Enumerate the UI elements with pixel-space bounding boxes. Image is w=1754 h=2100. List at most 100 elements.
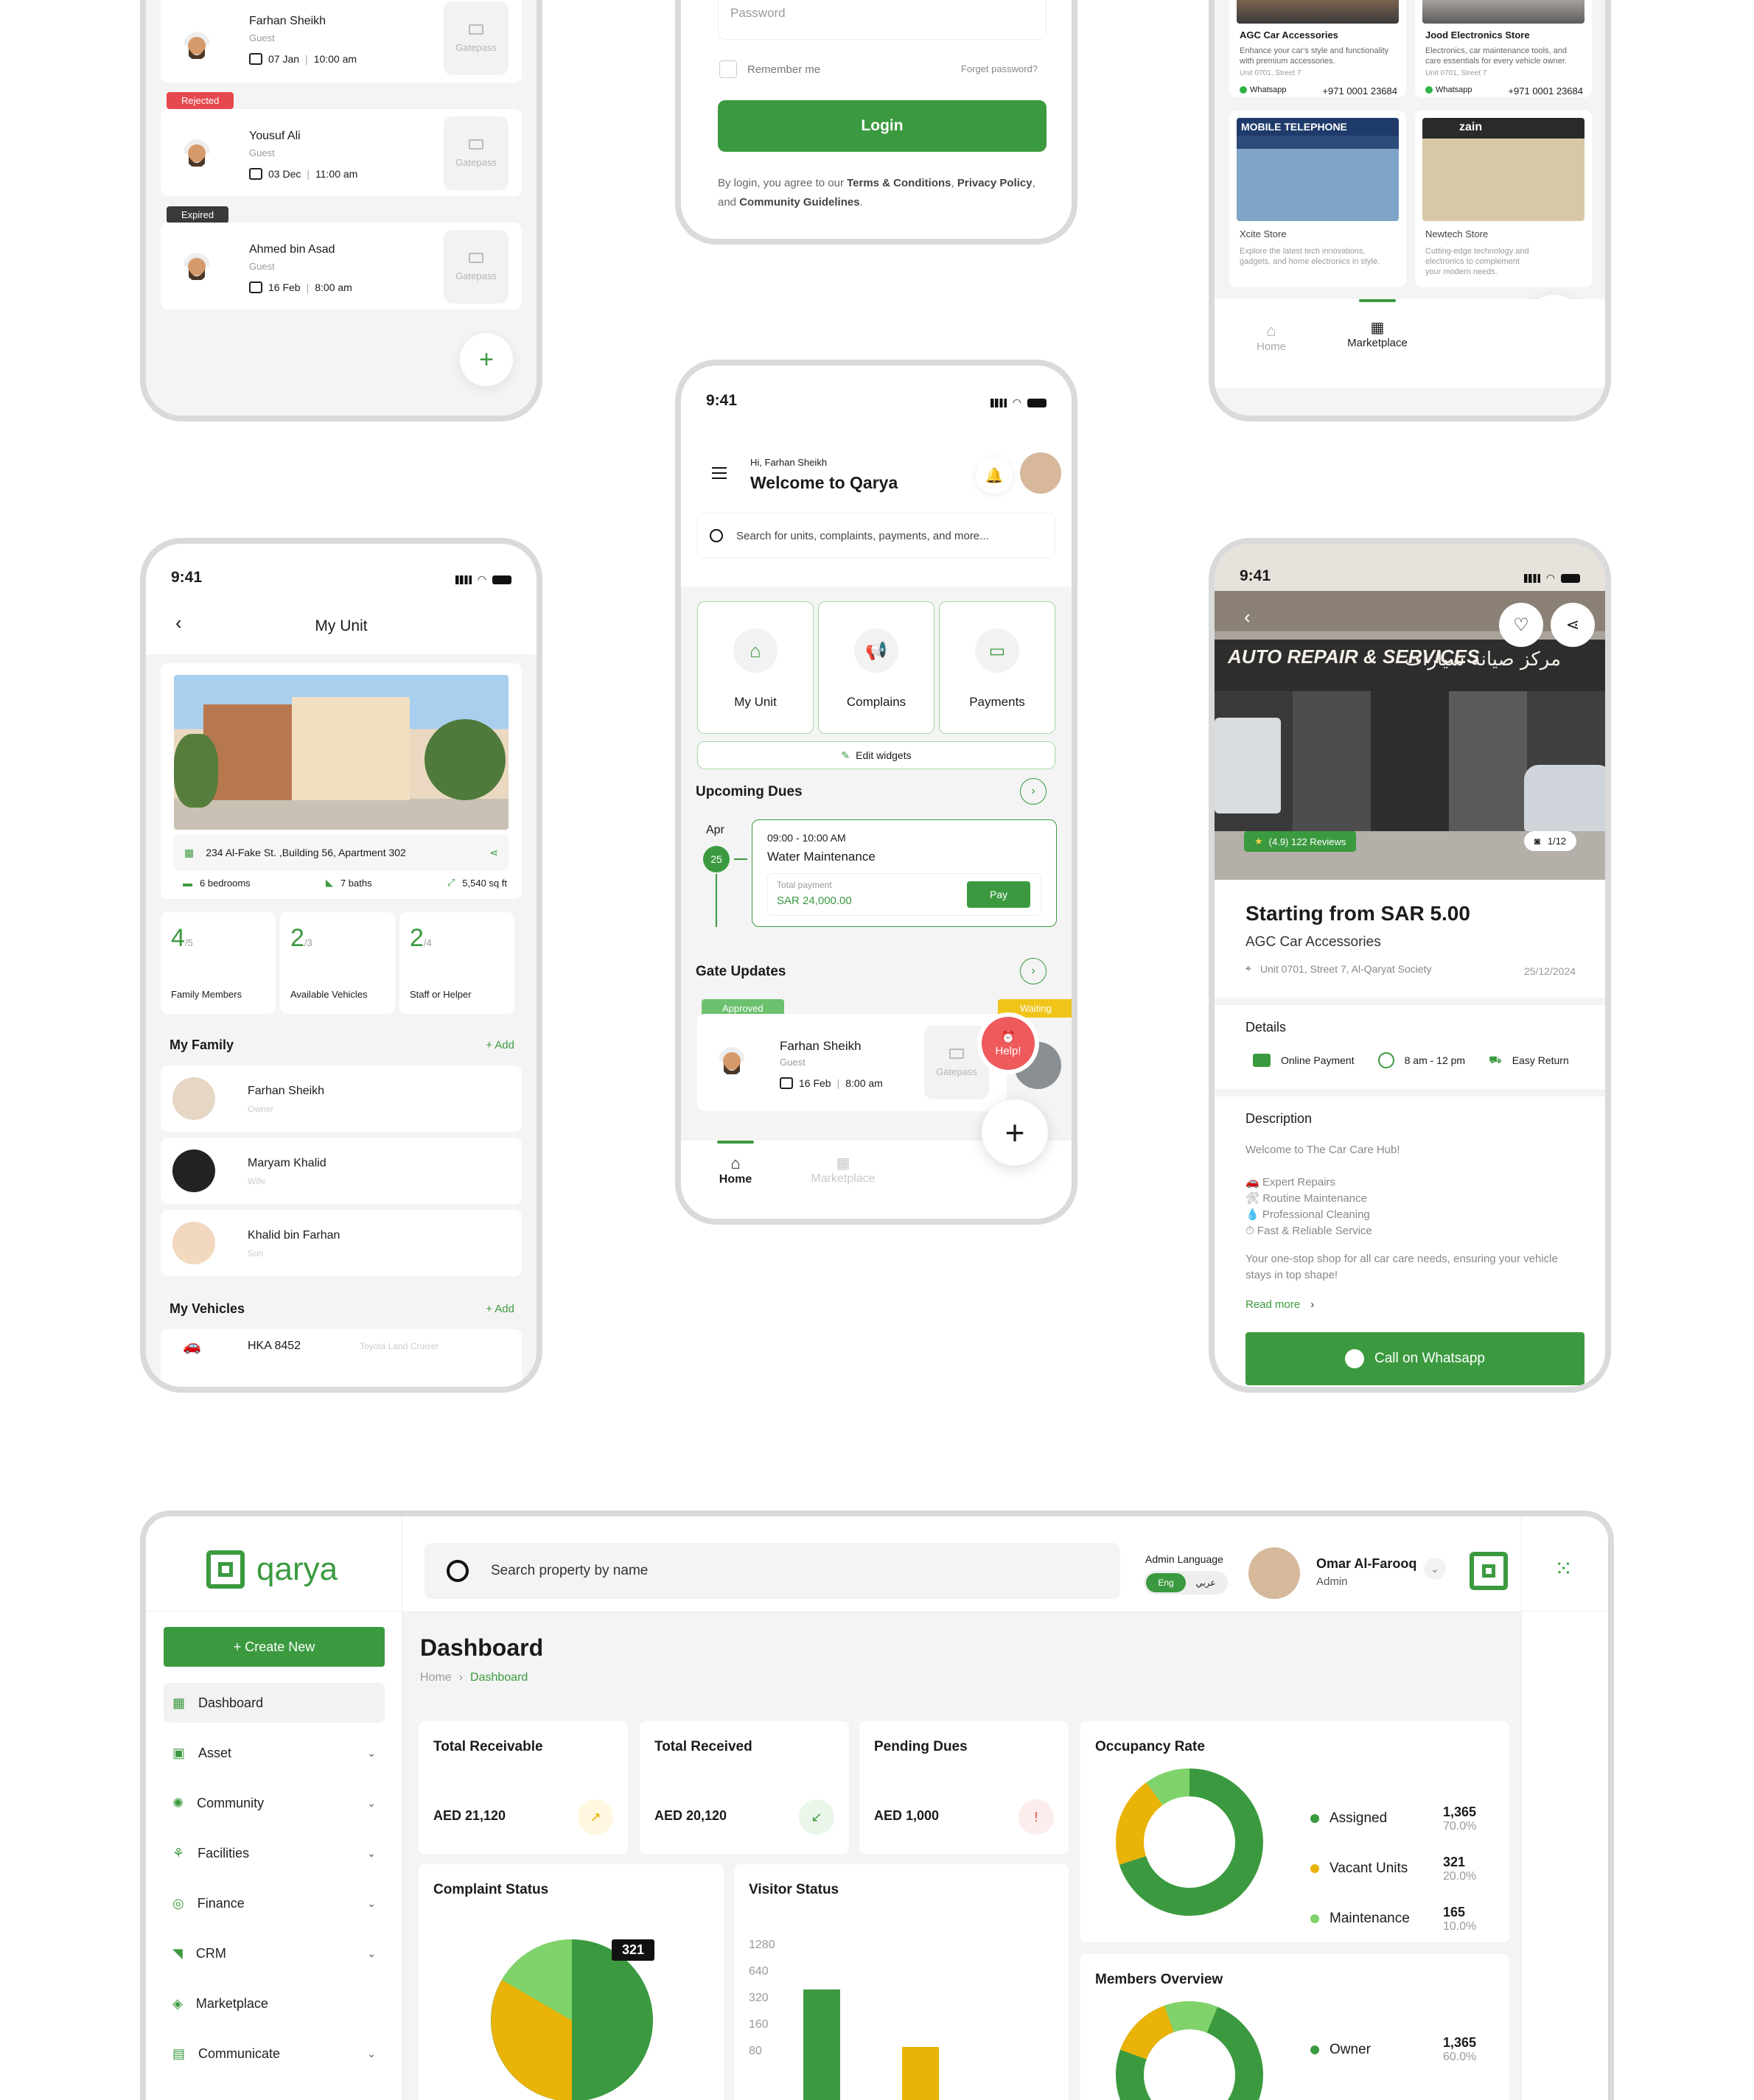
stat-family-members[interactable]: 4/5 Family Members: [161, 912, 276, 1014]
whatsapp-link[interactable]: Whatsapp: [1240, 85, 1287, 94]
share-icon[interactable]: ⋖: [489, 847, 498, 859]
add-family-button[interactable]: + Add: [486, 1039, 514, 1051]
rating-badge[interactable]: ★ (4.9) 122 Reviews: [1244, 831, 1357, 852]
stat-label: Available Vehicles: [290, 989, 368, 1000]
members-title: Members Overview: [1095, 1972, 1223, 1987]
forgot-password-link[interactable]: Forget password?: [961, 63, 1038, 74]
gatepass-entry[interactable]: Yousuf Ali Guest 03 Dec | 11:00 am Gatepa…: [161, 109, 522, 196]
sidebar-item-marketplace[interactable]: ◈ Marketplace: [164, 1984, 385, 2023]
occupancy-title: Occupancy Rate: [1095, 1739, 1205, 1754]
sidebar-item-label: Facilities: [198, 1845, 250, 1861]
notification-bell-icon[interactable]: 🔔: [976, 457, 1013, 494]
apps-grid-icon[interactable]: ⁙: [1554, 1556, 1573, 1582]
nav-home-label: Home: [1256, 340, 1286, 353]
lang-en[interactable]: Eng: [1146, 1573, 1186, 1592]
nav-marketplace[interactable]: ▦ Marketplace: [799, 1154, 887, 1186]
read-more-link[interactable]: Read more ›: [1245, 1298, 1314, 1311]
user-avatar[interactable]: [1020, 452, 1061, 494]
due-card[interactable]: 09:00 - 10:00 AM Water Maintenance Total…: [752, 819, 1057, 927]
photo-count[interactable]: ◙ 1/12: [1524, 831, 1577, 851]
favorite-heart-icon[interactable]: ♡: [1499, 603, 1543, 647]
home-icon: ⌂: [1266, 321, 1276, 340]
edit-widgets-button[interactable]: ✎ Edit widgets: [697, 741, 1055, 769]
building-icon: ▦: [836, 1155, 850, 1172]
period-text: .: [859, 196, 863, 209]
card-pending-dues[interactable]: Pending Dues AED 1,000 !: [859, 1721, 1069, 1854]
add-vehicle-button[interactable]: + Add: [486, 1303, 514, 1315]
add-fab[interactable]: +: [982, 1099, 1048, 1166]
nav-marketplace[interactable]: ▦ Marketplace: [1337, 299, 1418, 349]
remember-me[interactable]: Remember me: [719, 60, 820, 78]
chevron-down-icon[interactable]: ⌄: [1424, 1558, 1446, 1580]
sidebar-item-crm[interactable]: ◥ CRM ⌄: [164, 1933, 385, 1973]
nav-home[interactable]: ⌂ Home: [1245, 321, 1297, 353]
search-input[interactable]: Search property by name: [424, 1543, 1120, 1599]
family-member[interactable]: Khalid bin Farhan Son: [161, 1210, 522, 1276]
gatepass-entry[interactable]: Ahmed bin Asad Guest 16 Feb | 8:00 am Gat…: [161, 223, 522, 309]
remember-checkbox[interactable]: [719, 60, 737, 78]
call-whatsapp-button[interactable]: Call on Whatsapp: [1245, 1332, 1584, 1385]
upcoming-dues-arrow-icon[interactable]: ›: [1020, 778, 1047, 805]
guidelines-link[interactable]: Community Guidelines: [739, 196, 859, 209]
lang-ar[interactable]: عربي: [1186, 1578, 1226, 1588]
card-total-receivable[interactable]: Total Receivable AED 21,120 ↗: [419, 1721, 628, 1854]
avatar: [172, 1149, 215, 1192]
search-input[interactable]: Search for units, complaints, payments, …: [697, 513, 1055, 559]
vehicle-item[interactable]: 🚗 HKA 8452 Toyota Land Cruiser: [161, 1329, 522, 1387]
store-card[interactable]: Jood Electronics Store Electronics, car …: [1415, 0, 1592, 97]
card-total-received[interactable]: Total Received AED 20,120 ↙: [640, 1721, 849, 1854]
store-image: [1237, 0, 1399, 24]
sidebar-item-dashboard[interactable]: ▦ Dashboard: [164, 1683, 385, 1723]
breadcrumb-home[interactable]: Home: [420, 1671, 452, 1684]
bed-icon: ▬: [183, 877, 192, 889]
whatsapp-link[interactable]: Whatsapp: [1425, 85, 1472, 94]
visit-datetime: 16 Feb | 8:00 am: [780, 1077, 883, 1089]
gatepass-button[interactable]: Gatepass: [444, 230, 509, 304]
privacy-link[interactable]: Privacy Policy: [957, 177, 1033, 189]
help-button[interactable]: ⏰ Help!: [982, 1017, 1035, 1070]
nav-home[interactable]: ⌂ Home: [713, 1141, 758, 1186]
widget-label: My Unit: [734, 695, 777, 709]
gatepass-label: Gatepass: [936, 1065, 977, 1077]
create-new-button[interactable]: + Create New: [164, 1627, 385, 1667]
gatepass-button[interactable]: Gatepass: [444, 116, 509, 190]
legend-dot: [1310, 2045, 1319, 2054]
stat-available-vehicles[interactable]: 2/3 Available Vehicles: [280, 912, 395, 1014]
share-icon[interactable]: ⋖: [1551, 603, 1595, 647]
stat-staff-helper[interactable]: 2/4 Staff or Helper: [399, 912, 514, 1014]
sidebar-item-finance[interactable]: ◎ Finance ⌄: [164, 1883, 385, 1923]
unit-address-bar: ▦ 234 Al-Fake St. ,Building 56, Apartmen…: [174, 834, 509, 871]
member-name: Farhan Sheikh: [248, 1085, 325, 1097]
baths: 7 baths: [340, 877, 372, 889]
gatepass-button[interactable]: Gatepass: [924, 1026, 989, 1099]
user-avatar[interactable]: [1248, 1547, 1300, 1599]
login-button[interactable]: Login: [718, 100, 1047, 152]
gate-entry[interactable]: Farhan Sheikh Guest 16 Feb | 8:00 am Gate…: [697, 1014, 1007, 1111]
menu-icon[interactable]: [712, 467, 727, 479]
widget-payments[interactable]: ▭ Payments: [939, 601, 1055, 734]
sidebar-item-facilities[interactable]: ⚘ Facilities ⌄: [164, 1833, 385, 1873]
pay-button[interactable]: Pay: [967, 881, 1030, 908]
logo[interactable]: qarya: [206, 1550, 338, 1589]
store-card[interactable]: AGC Car Accessories Enhance your car's s…: [1229, 0, 1406, 97]
family-member[interactable]: Maryam Khalid Wife: [161, 1138, 522, 1204]
back-icon[interactable]: ‹: [1244, 606, 1251, 629]
widget-my-unit[interactable]: ⌂ My Unit: [697, 601, 814, 734]
sidebar-item-community[interactable]: ✺ Community ⌄: [164, 1783, 385, 1823]
due-day: 25: [703, 846, 730, 872]
gatepass-button[interactable]: Gatepass: [444, 1, 509, 75]
sidebar-item-asset[interactable]: ▣ Asset ⌄: [164, 1733, 385, 1773]
add-fab[interactable]: +: [460, 333, 513, 386]
widget-complains[interactable]: 📢 Complains: [818, 601, 934, 734]
gate-updates-arrow-icon[interactable]: ›: [1020, 958, 1047, 984]
store-phone[interactable]: +971 0001 23684: [1508, 85, 1583, 97]
password-field[interactable]: Password: [718, 0, 1047, 40]
terms-link[interactable]: Terms & Conditions: [847, 177, 951, 189]
language-toggle[interactable]: Eng عربي: [1144, 1571, 1228, 1595]
sidebar-item-communicate[interactable]: ▤ Communicate ⌄: [164, 2034, 385, 2073]
family-member[interactable]: Farhan Sheikh Owner: [161, 1065, 522, 1132]
store-card[interactable]: MOBILE TELEPHONE Xcite Store Explore the…: [1229, 111, 1406, 287]
gatepass-entry[interactable]: Farhan Sheikh Guest 07 Jan | 10:00 am Ga…: [161, 0, 522, 83]
store-phone[interactable]: +971 0001 23684: [1322, 85, 1397, 97]
store-card[interactable]: zain Newtech Store Cutting-edge technolo…: [1415, 111, 1592, 287]
